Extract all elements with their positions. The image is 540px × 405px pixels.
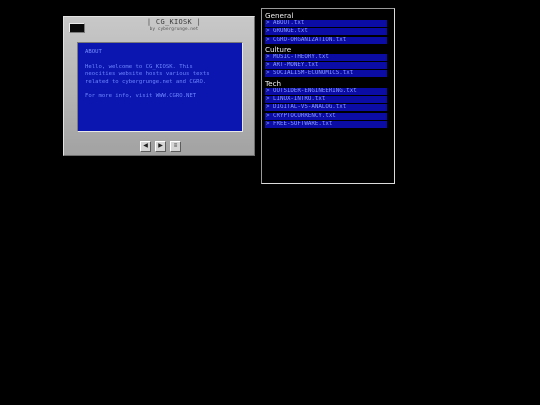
file-item-outsider-engineering[interactable]: > OUTSIDER-ENGINEERING.txt [265,87,387,95]
page: | CG_KIOSK | by cybergrunge.net ABOUT He… [0,0,540,405]
kiosk-title: | CG_KIOSK | [146,18,202,26]
file-item-cryptocurrency[interactable]: > CRYPTOCURRENCY.txt [265,112,387,120]
kiosk-screen: ABOUT Hello, welcome to CG_KIOSK. This n… [77,42,243,132]
menu-button[interactable]: ≡ [170,141,181,152]
screen-footer: For more info, visit WWW.CGRO.NET [85,93,197,100]
screen-line: related to cybergrunge.net and CGRO. [85,78,207,85]
file-item-free-software[interactable]: > FREE-SOFTWARE.txt [265,120,387,128]
file-item-socialism-economics[interactable]: > SOCIALISM-ECONOMICS.txt [265,70,387,78]
kiosk-window: | CG_KIOSK | by cybergrunge.net ABOUT He… [63,16,255,156]
previous-icon: ◀ [143,143,148,149]
next-icon: ▶ [158,143,163,149]
file-panel: General > ABOUT.txt > GRUNGE.txt > CGRO-… [261,8,395,184]
screen-heading: ABOUT [85,49,102,55]
previous-button[interactable]: ◀ [140,141,151,152]
category-tech: Tech [265,78,282,88]
kiosk-button-row: ◀ ▶ ≡ [140,141,181,152]
next-button[interactable]: ▶ [155,141,166,152]
file-item-grunge[interactable]: > GRUNGE.txt [265,28,387,36]
category-culture: Culture [265,44,292,54]
file-item-about[interactable]: > ABOUT.txt [265,20,387,27]
file-item-linux-intro[interactable]: > LINUX-INTRO.txt [265,96,387,104]
screen-spacer [85,86,235,93]
file-item-music-theory[interactable]: > MUSIC-THEORY.txt [265,53,387,61]
screen-line: neocities website hosts various texts [85,71,210,78]
menu-icon: ≡ [173,143,178,149]
file-item-digital-vs-analog[interactable]: > DIGITAL-VS-ANALOG.txt [265,104,387,112]
screen-line: Hello, welcome to CG_KIOSK. This [85,63,193,70]
kiosk-subtitle: by cybergrunge.net [149,27,199,32]
file-item-art-money[interactable]: > ART-MONEY.txt [265,62,387,70]
kiosk-indicator [69,23,85,33]
category-general: General [265,11,294,20]
file-item-cgro-organization[interactable]: > CGRO-ORGANIZATION.txt [265,36,387,44]
